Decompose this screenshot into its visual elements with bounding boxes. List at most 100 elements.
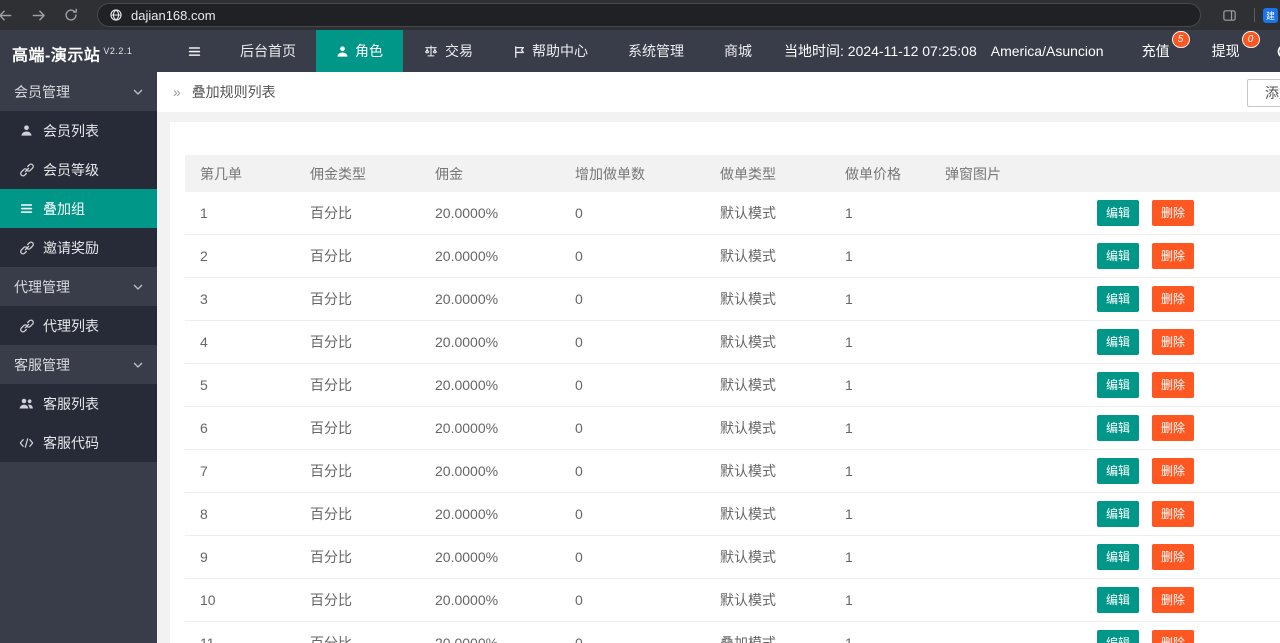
cell-commission-type: 百分比	[295, 578, 420, 622]
cell-actions: 编辑 删除	[1085, 492, 1280, 536]
cell-actions: 编辑 删除	[1085, 192, 1280, 235]
browser-reload-icon[interactable]	[55, 8, 87, 22]
cell-no: 11	[185, 621, 295, 643]
sidebar-item-label: 叠加组	[43, 200, 85, 217]
cell-order-price: 1	[830, 621, 930, 643]
delete-button[interactable]: 删除	[1152, 286, 1195, 312]
sidebar-item-stack-group[interactable]: 叠加组	[0, 189, 157, 228]
cell-add-orders: 0	[560, 320, 705, 364]
browser-back-icon[interactable]	[0, 8, 22, 23]
content-card: 第几单 佣金类型 佣金 增加做单数 做单类型 做单价格 弹窗图片 1 百分比 20.0000% 0…	[170, 122, 1280, 643]
edit-button[interactable]: 编辑	[1097, 587, 1140, 613]
cell-commission: 20.0000%	[420, 492, 560, 536]
link-icon	[19, 163, 34, 177]
refresh-icon[interactable]	[1266, 43, 1280, 60]
table-row: 6 百分比 20.0000% 0 默认模式 1 编辑 删除	[185, 406, 1280, 450]
address-bar[interactable]: dajian168.com	[97, 3, 1201, 27]
cell-no: 8	[185, 492, 295, 536]
chevron-down-icon	[132, 359, 144, 371]
table-row: 5 百分比 20.0000% 0 默认模式 1 编辑 删除	[185, 363, 1280, 407]
edit-button[interactable]: 编辑	[1097, 372, 1140, 398]
cell-commission: 20.0000%	[420, 277, 560, 321]
top-menu-label: 商城	[724, 43, 752, 59]
edit-button[interactable]: 编辑	[1097, 501, 1140, 527]
cell-order-price: 1	[830, 406, 930, 450]
side-panel-icon[interactable]	[1213, 8, 1246, 23]
recharge-link[interactable]: 充值 5	[1132, 31, 1190, 61]
edit-button[interactable]: 编辑	[1097, 630, 1140, 643]
sidebar-item-agent-list[interactable]: 代理列表	[0, 306, 157, 345]
edit-button[interactable]: 编辑	[1097, 200, 1140, 226]
sidebar-item-member-management[interactable]: 会员管理	[0, 72, 157, 111]
sidebar-item-agent-management[interactable]: 代理管理	[0, 267, 157, 306]
top-menu-item-trade[interactable]: 交易	[403, 30, 493, 72]
cell-commission: 20.0000%	[420, 234, 560, 278]
sidebar-item-service-list[interactable]: 客服列表	[0, 384, 157, 423]
app-version: V2.2.1	[103, 46, 133, 56]
sidebar-item-label: 代理列表	[43, 317, 99, 334]
edit-button[interactable]: 编辑	[1097, 458, 1140, 484]
edit-button[interactable]: 编辑	[1097, 415, 1140, 441]
breadcrumb: » 叠加规则列表 添加	[157, 72, 1280, 112]
cell-commission-type: 百分比	[295, 363, 420, 407]
delete-button[interactable]: 删除	[1152, 415, 1195, 441]
collapse-sidebar-icon[interactable]	[169, 30, 220, 72]
delete-button[interactable]: 删除	[1152, 458, 1195, 484]
cell-actions: 编辑 删除	[1085, 363, 1280, 407]
scales-icon	[423, 44, 439, 58]
cell-commission-type: 百分比	[295, 320, 420, 364]
top-menu-item-home[interactable]: 后台首页	[220, 30, 316, 72]
browser-forward-icon[interactable]	[22, 8, 55, 23]
delete-button[interactable]: 删除	[1152, 501, 1195, 527]
withdraw-link[interactable]: 提现 0	[1202, 31, 1260, 61]
sidebar-item-label: 会员管理	[14, 83, 70, 100]
add-button[interactable]: 添加	[1247, 79, 1280, 107]
cell-no: 10	[185, 578, 295, 622]
sidebar-item-service-code[interactable]: 客服代码	[0, 423, 157, 462]
cell-actions: 编辑 删除	[1085, 621, 1280, 643]
cell-actions: 编辑 删除	[1085, 449, 1280, 493]
column-header: 第几单	[185, 155, 295, 192]
cell-commission: 20.0000%	[420, 449, 560, 493]
delete-button[interactable]: 删除	[1152, 243, 1195, 269]
cell-popup-image	[930, 578, 1085, 622]
top-menu-item-help[interactable]: 帮助中心	[493, 30, 608, 72]
cell-commission-type: 百分比	[295, 492, 420, 536]
edit-button[interactable]: 编辑	[1097, 286, 1140, 312]
menu-icon	[19, 201, 34, 216]
site-info-globe-icon[interactable]	[109, 8, 123, 22]
sidebar-item-label: 客服管理	[14, 356, 70, 373]
edit-button[interactable]: 编辑	[1097, 544, 1140, 570]
main-content: » 叠加规则列表 添加 第几单佣金类型佣金增加做单数做单类型做单价格弹窗图片 1…	[157, 72, 1280, 643]
delete-button[interactable]: 删除	[1152, 630, 1195, 643]
sidebar-item-service-management[interactable]: 客服管理	[0, 345, 157, 384]
withdraw-label: 提现	[1211, 43, 1240, 59]
cell-add-orders: 0	[560, 192, 705, 235]
cell-add-orders: 0	[560, 535, 705, 579]
breadcrumb-arrow-icon: »	[173, 84, 181, 100]
delete-button[interactable]: 删除	[1152, 587, 1195, 613]
edit-button[interactable]: 编辑	[1097, 243, 1140, 269]
extension-icon[interactable]: 建	[1263, 7, 1278, 23]
sidebar-item-member-level[interactable]: 会员等级	[0, 150, 157, 189]
delete-button[interactable]: 删除	[1152, 329, 1195, 355]
top-menu-item-mall[interactable]: 商城	[704, 30, 772, 72]
top-menu-item-role[interactable]: 角色	[316, 30, 403, 72]
delete-button[interactable]: 删除	[1152, 372, 1195, 398]
cell-order-price: 1	[830, 192, 930, 235]
url-text[interactable]: dajian168.com	[131, 8, 216, 23]
sidebar-item-invite-reward[interactable]: 邀请奖励	[0, 228, 157, 267]
delete-button[interactable]: 删除	[1152, 544, 1195, 570]
table-row: 10 百分比 20.0000% 0 默认模式 1 编辑 删除	[185, 578, 1280, 622]
top-menu-item-system[interactable]: 系统管理	[608, 30, 704, 72]
column-header: 佣金类型	[295, 155, 420, 192]
cell-commission: 20.0000%	[420, 363, 560, 407]
cell-commission-type: 百分比	[295, 535, 420, 579]
cell-no: 5	[185, 363, 295, 407]
edit-button[interactable]: 编辑	[1097, 329, 1140, 355]
cell-order-price: 1	[830, 535, 930, 579]
cell-commission-type: 百分比	[295, 234, 420, 278]
sidebar-item-member-list[interactable]: 会员列表	[0, 111, 157, 150]
cell-order-price: 1	[830, 492, 930, 536]
delete-button[interactable]: 删除	[1152, 200, 1195, 226]
